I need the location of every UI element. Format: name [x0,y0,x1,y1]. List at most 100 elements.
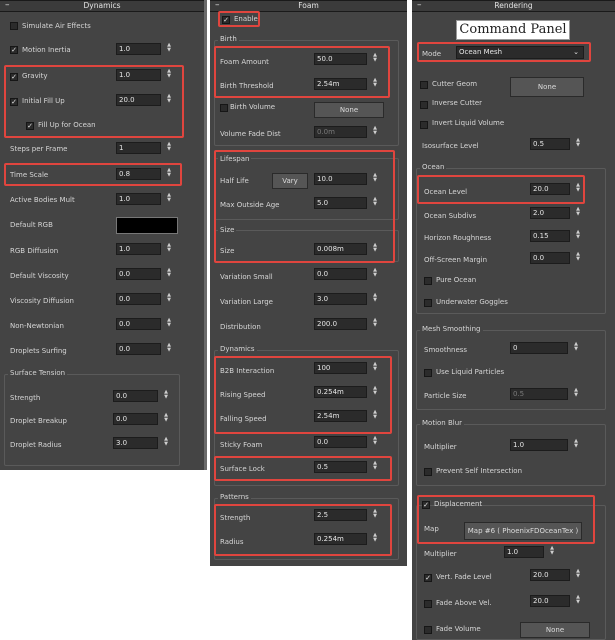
droplet-radius-spinner[interactable]: ▲ ▼ [162,437,170,449]
patterns-title: Patterns [218,493,251,501]
mesh-smoothing-title: Mesh Smoothing [420,325,483,333]
st-strength-spinner[interactable]: ▲ ▼ [162,390,170,402]
fade-above-vel-spinner[interactable]: ▲ ▼ [574,595,582,607]
smoothness-field[interactable]: 0 [510,342,568,354]
highlight-patterns [214,504,392,556]
ocean-subdivs-label: Ocean Subdivs [424,212,477,220]
horizon-roughness-field[interactable]: 0.15 [530,230,570,242]
inverse-cutter-checkbox[interactable] [420,101,428,109]
simulate-air-effects-label: Simulate Air Effects [22,22,91,30]
default-rgb-swatch[interactable] [116,217,178,234]
vert-fade-level-spinner[interactable]: ▲ ▼ [574,569,582,581]
highlight-enable [218,11,260,27]
default-viscosity-spinner[interactable]: ▲ ▼ [165,268,173,280]
variation-large-field[interactable]: 3.0 [314,293,367,305]
highlight-displacement [417,495,595,544]
rgb-diffusion-field[interactable]: 1.0 [116,243,161,255]
active-bodies-mult-spinner[interactable]: ▲ ▼ [165,193,173,205]
motion-blur-multiplier-field[interactable]: 1.0 [510,439,568,451]
viscosity-diffusion-field[interactable]: 0.0 [116,293,161,305]
fade-above-vel-field[interactable]: 20.0 [530,595,570,607]
pure-ocean-checkbox[interactable] [424,277,432,285]
steps-per-frame-spinner[interactable]: ▲ ▼ [165,142,173,154]
rendering-panel: – Rendering Command Panel Mode Ocean Mesh… [412,0,615,640]
displacement-multiplier-label: Multiplier [424,550,457,558]
birth-volume-checkbox[interactable] [220,104,228,112]
volume-fade-dist-field[interactable]: 0.0m [314,126,367,138]
isosurface-level-spinner[interactable]: ▲ ▼ [574,138,582,150]
command-panel-banner: Command Panel [456,20,570,40]
volume-fade-dist-spinner[interactable]: ▲ ▼ [371,126,379,138]
droplets-surfing-spinner[interactable]: ▲ ▼ [165,343,173,355]
variation-large-spinner[interactable]: ▲ ▼ [371,293,379,305]
cutter-geom-button[interactable]: None [510,77,584,97]
non-newtonian-spinner[interactable]: ▲ ▼ [165,318,173,330]
fade-volume-button[interactable]: None [520,622,590,638]
off-screen-margin-spinner[interactable]: ▲ ▼ [574,252,582,264]
distribution-field[interactable]: 200.0 [314,318,367,330]
volume-fade-dist-label: Volume Fade Dist [220,130,281,138]
motion-blur-group [416,424,606,486]
vert-fade-level-field[interactable]: 20.0 [530,569,570,581]
prevent-self-intersection-label: Prevent Self Intersection [436,467,523,475]
droplets-surfing-field[interactable]: 0.0 [116,343,161,355]
active-bodies-mult-field[interactable]: 1.0 [116,193,161,205]
sticky-foam-field[interactable]: 0.0 [314,436,367,448]
foam-panel: – Foam ✓ Enable Birth Foam Amount 50.0 ▲ ▼… [210,0,407,566]
birth-volume-button[interactable]: None [314,102,384,118]
motion-blur-title: Motion Blur [420,419,465,427]
distribution-spinner[interactable]: ▲ ▼ [371,318,379,330]
droplet-radius-field[interactable]: 3.0 [113,437,158,449]
rendering-panel-title[interactable]: – Rendering [412,0,615,12]
vert-fade-level-checkbox[interactable]: ✓ [424,574,432,582]
rgb-diffusion-spinner[interactable]: ▲ ▼ [165,243,173,255]
invert-liquid-volume-label: Invert Liquid Volume [432,119,505,127]
st-strength-field[interactable]: 0.0 [113,390,158,402]
non-newtonian-field[interactable]: 0.0 [116,318,161,330]
horizon-roughness-spinner[interactable]: ▲ ▼ [574,230,582,242]
isosurface-level-field[interactable]: 0.5 [530,138,570,150]
collapse-icon[interactable]: – [5,0,10,10]
fade-volume-label: Fade Volume [436,625,481,633]
ocean-subdivs-spinner[interactable]: ▲ ▼ [574,207,582,219]
use-liquid-particles-checkbox[interactable] [424,369,432,377]
dynamics-panel-title[interactable]: – Dynamics [0,0,204,12]
fade-volume-checkbox[interactable] [424,626,432,634]
motion-inertia-checkbox[interactable]: ✓ [10,46,18,54]
motion-blur-multiplier-spinner[interactable]: ▲ ▼ [572,439,580,451]
ocean-subdivs-field[interactable]: 2.0 [530,207,570,219]
non-newtonian-label: Non-Newtonian [10,322,64,330]
collapse-icon[interactable]: – [417,0,422,10]
motion-inertia-spinner[interactable]: ▲ ▼ [165,43,173,55]
displacement-multiplier-field[interactable]: 1.0 [504,546,544,558]
vert-fade-level-label: Vert. Fade Level [436,573,492,581]
steps-per-frame-field[interactable]: 1 [116,142,161,154]
panel-scrollbar[interactable] [204,0,207,470]
default-viscosity-field[interactable]: 0.0 [116,268,161,280]
collapse-icon[interactable]: – [215,0,220,10]
cutter-geom-label: Cutter Geom [432,80,478,88]
motion-inertia-field[interactable]: 1.0 [116,43,161,55]
cutter-geom-checkbox[interactable] [420,81,428,89]
horizon-roughness-label: Horizon Roughness [424,234,492,242]
smoothness-spinner[interactable]: ▲ ▼ [572,342,580,354]
droplet-breakup-field[interactable]: 0.0 [113,413,158,425]
underwater-goggles-checkbox[interactable] [424,299,432,307]
sticky-foam-spinner[interactable]: ▲ ▼ [371,436,379,448]
smoothness-label: Smoothness [424,346,468,354]
highlight-surface-lock [214,456,392,481]
viscosity-diffusion-spinner[interactable]: ▲ ▼ [165,293,173,305]
off-screen-margin-field[interactable]: 0.0 [530,252,570,264]
particle-size-spinner[interactable]: ▲ ▼ [572,388,580,400]
ocean-title: Ocean [420,163,447,171]
simulate-air-effects-checkbox[interactable] [10,22,18,30]
droplet-breakup-spinner[interactable]: ▲ ▼ [162,413,170,425]
variation-small-field[interactable]: 0.0 [314,268,367,280]
particle-size-field[interactable]: 0.5 [510,388,568,400]
variation-small-spinner[interactable]: ▲ ▼ [371,268,379,280]
highlight-mode [417,42,591,62]
prevent-self-intersection-checkbox[interactable] [424,468,432,476]
invert-liquid-volume-checkbox[interactable] [420,121,428,129]
displacement-multiplier-spinner[interactable]: ▲ ▼ [548,546,556,558]
fade-above-vel-checkbox[interactable] [424,600,432,608]
